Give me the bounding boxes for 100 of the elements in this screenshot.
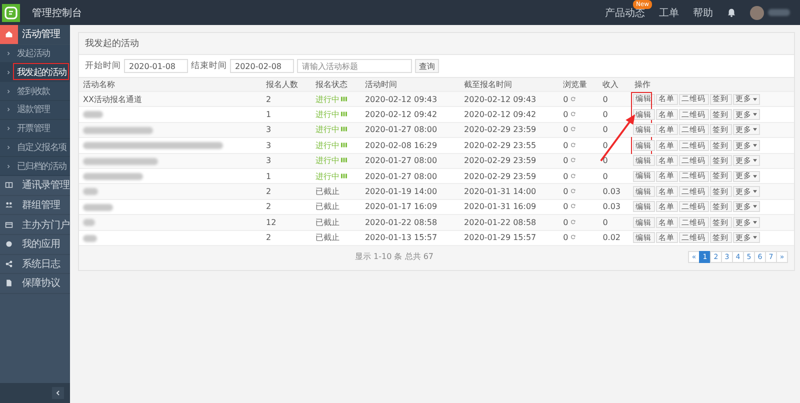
column-header: 操作 bbox=[630, 78, 794, 92]
status-text: 已截止 bbox=[315, 218, 340, 227]
caret-icon bbox=[752, 174, 757, 178]
sidebar-subitem[interactable]: 开票管理 bbox=[0, 120, 70, 139]
caret-icon bbox=[752, 190, 757, 194]
table-cell: 0 bbox=[563, 218, 568, 227]
logo-icon bbox=[2, 4, 20, 22]
refresh-icon[interactable] bbox=[570, 203, 576, 210]
table-cell: 2020-02-12 09:42 bbox=[364, 110, 438, 120]
share-icon bbox=[5, 260, 13, 268]
refresh-icon[interactable] bbox=[570, 157, 576, 164]
table-cell: 3 bbox=[266, 156, 272, 166]
annotation-box bbox=[13, 63, 69, 80]
table-cell: 2020-01-13 15:57 bbox=[364, 233, 438, 242]
filter-label: 结束时间 bbox=[191, 60, 227, 72]
caret-icon bbox=[752, 113, 757, 116]
circle-icon bbox=[5, 240, 13, 248]
table-cell: 0 bbox=[563, 172, 568, 181]
sidebar-subitem[interactable]: 已归档的活动 bbox=[0, 157, 70, 176]
refresh-icon[interactable] bbox=[570, 234, 576, 240]
status-text: 进行中 bbox=[315, 110, 340, 120]
panel-title: 我发起的活动 bbox=[79, 33, 794, 55]
table-cell: 1 bbox=[266, 172, 272, 181]
table-cell: 0 bbox=[563, 140, 568, 150]
table-cell: 2020-01-31 14:00 bbox=[464, 187, 536, 196]
chevron-left-icon bbox=[55, 390, 61, 396]
blurred-username bbox=[768, 9, 790, 16]
sidebar-subitem[interactable]: 发起活动 bbox=[0, 44, 70, 64]
table-cell: 0 bbox=[563, 156, 568, 166]
bars-icon bbox=[341, 111, 348, 118]
table-cell: 0 bbox=[563, 233, 568, 242]
sidebar-item[interactable]: 活动管理 bbox=[0, 25, 70, 45]
sidebar-item[interactable]: 系统日志 bbox=[0, 254, 70, 274]
column-header: 收入 bbox=[598, 78, 631, 92]
table-cell: 2 bbox=[266, 202, 272, 212]
avatar-icon[interactable] bbox=[750, 6, 764, 20]
document-icon bbox=[5, 279, 13, 288]
refresh-icon[interactable] bbox=[570, 96, 576, 102]
caret-icon bbox=[752, 236, 757, 240]
table-cell: 0 bbox=[602, 218, 608, 227]
column-header: 浏览量 bbox=[559, 78, 599, 92]
table-cell: 2 bbox=[266, 233, 272, 242]
table-cell: 2020-01-17 16:09 bbox=[364, 202, 438, 212]
refresh-icon[interactable] bbox=[570, 142, 576, 148]
refresh-icon[interactable] bbox=[570, 172, 576, 179]
chevron-right-icon bbox=[6, 126, 10, 132]
sidebar-subitem[interactable]: 自定义报名项 bbox=[0, 138, 70, 158]
refresh-icon[interactable] bbox=[570, 218, 576, 225]
table-cell: 0 bbox=[602, 156, 608, 166]
table-cell: 2020-02-29 23:59 bbox=[464, 125, 536, 134]
column-header: 报名人数 bbox=[262, 78, 312, 92]
table-cell: 2020-02-12 09:42 bbox=[464, 110, 536, 120]
table-cell: 0.02 bbox=[602, 233, 621, 242]
chevron-right-icon bbox=[6, 70, 10, 75]
filter-label: 开始时间 bbox=[85, 60, 121, 72]
refresh-icon[interactable] bbox=[570, 188, 576, 194]
bell-icon[interactable] bbox=[727, 8, 736, 17]
book-icon bbox=[5, 181, 13, 190]
caret-icon bbox=[752, 128, 757, 132]
sidebar-subitem[interactable]: 退款管理 bbox=[0, 100, 70, 120]
status-text: 进行中 bbox=[315, 140, 340, 150]
table-cell: 2020-02-12 09:43 bbox=[364, 94, 438, 104]
sidebar-subitem[interactable]: 签到收款 bbox=[0, 82, 70, 101]
chevron-right-icon bbox=[6, 88, 10, 94]
pagination-summary: 显示 1-10 条 总共 67 bbox=[355, 251, 434, 262]
table-cell: 2 bbox=[266, 94, 272, 104]
caret-icon bbox=[752, 144, 757, 147]
header-link[interactable]: 工单 bbox=[659, 6, 679, 20]
table-cell: 2020-02-12 09:43 bbox=[464, 94, 536, 104]
table-cell: 0 bbox=[602, 94, 608, 104]
date-field[interactable]: 2020-01-08 bbox=[124, 59, 188, 73]
search-field[interactable]: 请输入活动标题 bbox=[297, 59, 412, 73]
date-field[interactable]: 2020-02-08 bbox=[230, 59, 294, 73]
refresh-icon[interactable] bbox=[570, 126, 576, 132]
home-icon bbox=[5, 30, 13, 38]
collapse-button[interactable] bbox=[52, 387, 64, 399]
header-link[interactable]: 帮助 bbox=[693, 6, 713, 20]
caret-icon bbox=[752, 205, 757, 208]
bars-icon bbox=[341, 142, 348, 148]
chevron-right-icon bbox=[6, 50, 10, 56]
table-cell: 2020-02-29 23:59 bbox=[464, 156, 536, 166]
table-cell: 2020-01-27 08:00 bbox=[364, 156, 438, 166]
bars-icon bbox=[341, 96, 348, 102]
status-text: 进行中 bbox=[315, 172, 340, 181]
table-cell: 0 bbox=[602, 172, 608, 181]
column-header: 截至报名时间 bbox=[460, 78, 560, 92]
table-cell: 2020-02-29 23:59 bbox=[464, 172, 536, 181]
table-cell: 0 bbox=[602, 125, 608, 134]
bars-icon bbox=[341, 172, 348, 179]
query-button[interactable]: 查询 bbox=[415, 59, 439, 73]
table-cell: 2020-01-19 14:00 bbox=[364, 187, 438, 196]
table-cell: 0 bbox=[563, 187, 568, 196]
console-title: 管理控制台 bbox=[32, 6, 83, 20]
status-text: 进行中 bbox=[315, 156, 340, 166]
sidebar-subitem[interactable]: 我发起的活动 bbox=[0, 63, 70, 82]
table-cell: 0 bbox=[602, 140, 608, 150]
refresh-icon[interactable] bbox=[570, 111, 576, 118]
status-text: 进行中 bbox=[315, 125, 340, 134]
header-link[interactable]: 产品动态 bbox=[605, 6, 645, 20]
table-cell: 2020-01-29 15:57 bbox=[464, 233, 536, 242]
